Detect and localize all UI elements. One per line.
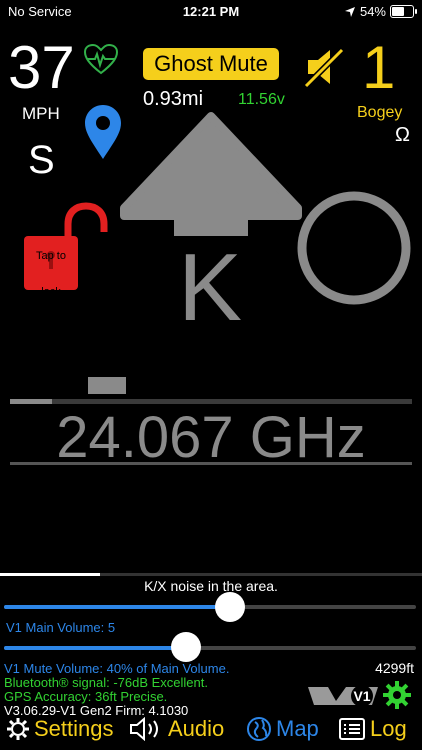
main-volume-knob[interactable] bbox=[215, 592, 245, 622]
signal-bar bbox=[88, 377, 126, 394]
main-volume-label: V1 Main Volume: 5 bbox=[6, 620, 116, 635]
frequency-divider bbox=[10, 462, 412, 465]
ohm-symbol: Ω bbox=[395, 124, 410, 146]
settings-label: Settings bbox=[34, 716, 114, 741]
altitude-readout: 4299ft bbox=[375, 660, 414, 676]
battery-percent: 54% bbox=[359, 4, 386, 19]
noise-message: K/X noise in the area. bbox=[144, 578, 278, 594]
connection-gear-icon[interactable] bbox=[382, 680, 412, 710]
bluetooth-info: Bluetooth® signal: -76dB Excellent. bbox=[4, 675, 208, 690]
location-pin-icon[interactable] bbox=[84, 104, 122, 160]
tap-to-lock-button[interactable]: Tap to lock bbox=[24, 236, 78, 298]
speaker-muted-icon[interactable] bbox=[302, 46, 346, 88]
band-indicator: K bbox=[178, 234, 243, 341]
front-arrow-icon bbox=[120, 112, 302, 236]
main-volume-fill bbox=[4, 605, 230, 609]
mute-volume-fill bbox=[4, 646, 186, 650]
v1-logo: V1 bbox=[308, 685, 378, 707]
o-indicator-icon bbox=[297, 191, 411, 305]
status-right: 54% bbox=[344, 4, 417, 19]
audio-tab[interactable]: Audio bbox=[128, 716, 224, 742]
log-list-icon bbox=[339, 718, 365, 740]
log-tab[interactable]: Log bbox=[338, 716, 407, 742]
mute-volume-knob[interactable] bbox=[171, 632, 201, 662]
mute-volume-info: V1 Mute Volume: 40% of Main Volume. bbox=[4, 661, 230, 676]
bogey-label: Bogey bbox=[357, 104, 403, 121]
speed-unit: MPH bbox=[22, 104, 60, 123]
status-bar: No Service 12:21 PM 54% bbox=[0, 0, 422, 24]
ghost-mute-button[interactable]: Ghost Mute bbox=[143, 48, 279, 80]
speed-value: 37 bbox=[8, 34, 75, 101]
bogey-count: 1 bbox=[362, 34, 396, 101]
audio-label: Audio bbox=[168, 716, 225, 741]
v1-logo-text: V1 bbox=[353, 688, 370, 704]
gear-icon bbox=[7, 718, 29, 740]
battery-icon bbox=[390, 5, 417, 18]
frequency-readout: 24.067 GHz bbox=[56, 405, 366, 470]
log-label: Log bbox=[370, 716, 407, 741]
speaker-icon bbox=[130, 717, 158, 741]
bottom-toolbar: Settings Audio Map Log bbox=[0, 714, 422, 748]
location-arrow-icon bbox=[344, 6, 355, 17]
compass-heading: S bbox=[28, 138, 55, 182]
noise-level-bar bbox=[0, 573, 100, 576]
heart-monitor-icon bbox=[84, 44, 118, 75]
settings-tab[interactable]: Settings bbox=[6, 716, 114, 742]
gps-info: GPS Accuracy: 36ft Precise. bbox=[4, 689, 168, 704]
distance-readout: 0.93mi bbox=[143, 88, 204, 110]
voltage-readout: 11.56v bbox=[238, 91, 285, 108]
map-label: Map bbox=[276, 716, 319, 741]
globe-icon bbox=[247, 717, 271, 741]
lock-label: Tap to lock bbox=[36, 250, 66, 298]
map-tab[interactable]: Map bbox=[246, 716, 319, 742]
